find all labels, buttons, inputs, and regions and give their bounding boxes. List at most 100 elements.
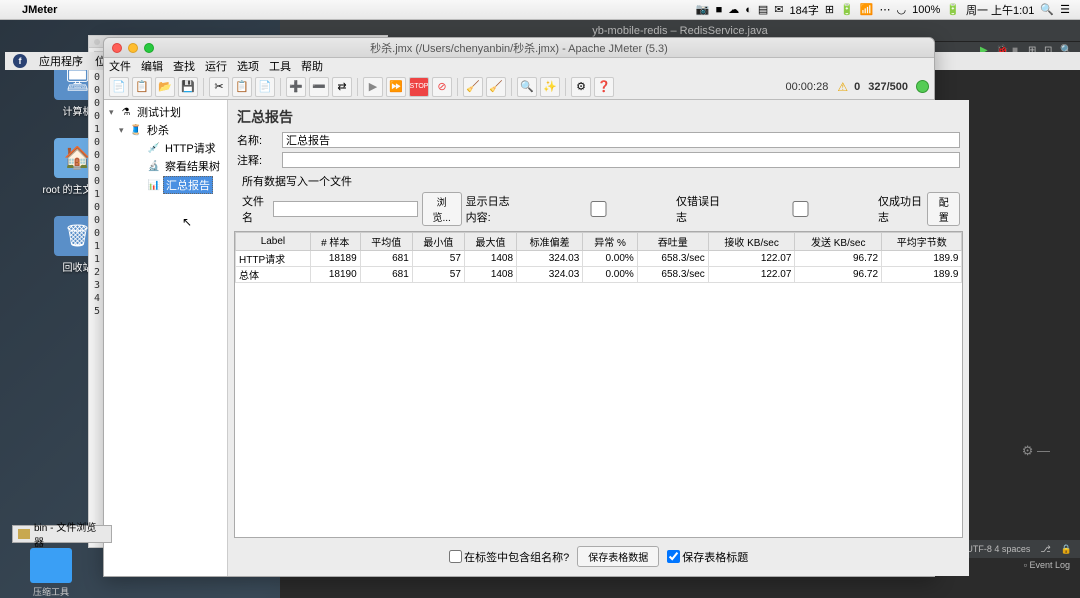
git-icon[interactable]: ⎇ [1040, 544, 1050, 555]
status-icon[interactable]: 📷 [696, 3, 710, 16]
status-icon[interactable]: ☁ [728, 3, 739, 16]
clear-all-button[interactable]: 🧹 [486, 77, 506, 97]
table-header[interactable]: 最小值 [412, 233, 464, 251]
start-no-timer-button[interactable]: ⏩ [386, 77, 406, 97]
menu-option[interactable]: 选项 [237, 58, 259, 74]
menu-edit[interactable]: 编辑 [141, 58, 163, 74]
collapse-icon[interactable]: ▾ [109, 107, 119, 118]
battery-percent[interactable]: 100% [912, 4, 940, 16]
menu-find[interactable]: 查找 [173, 58, 195, 74]
comment-input[interactable] [282, 152, 960, 168]
status-icon[interactable]: ⋯ [880, 3, 891, 16]
name-input[interactable] [282, 132, 960, 148]
status-icon[interactable]: 🔋 [840, 3, 854, 16]
wifi-icon[interactable]: ◡ [897, 3, 907, 16]
table-cell: 57 [412, 251, 464, 267]
table-row[interactable]: HTTP请求18189681571408324.030.00%658.3/sec… [236, 251, 962, 267]
separator [357, 78, 358, 96]
menu-help[interactable]: 帮助 [301, 58, 323, 74]
collapse-icon[interactable]: ▾ [119, 125, 129, 136]
only-success-checkbox[interactable] [725, 201, 876, 217]
separator [511, 78, 512, 96]
expand-button[interactable]: ➕ [286, 77, 306, 97]
dock-compress-tool[interactable]: 压缩工具 [30, 548, 72, 598]
ime-status[interactable]: 184字 [790, 2, 819, 18]
table-header[interactable]: 最大值 [464, 233, 516, 251]
toggle-button[interactable]: ⇄ [332, 77, 352, 97]
cloud-icon[interactable]: ◐ [745, 4, 752, 16]
tree-summary-report[interactable]: 📊 汇总报告 [107, 175, 224, 195]
table-header[interactable]: 接收 KB/sec [708, 233, 795, 251]
save-header-checkbox[interactable] [667, 550, 680, 563]
clear-button[interactable]: 🧹 [463, 77, 483, 97]
jmeter-body: ▾ ⚗ 测试计划 ▾ 🧵 秒杀 💉 HTTP请求 🔬 察看结果树 📊 汇总报告 [104, 100, 934, 576]
tree-thread-group[interactable]: ▾ 🧵 秒杀 [107, 121, 224, 139]
comment-row: 注释: [232, 150, 965, 170]
gear-icon[interactable]: ⚙ — [1022, 443, 1050, 459]
browse-button[interactable]: 浏览... [422, 192, 462, 226]
shutdown-button[interactable]: ⊘ [432, 77, 452, 97]
clock[interactable]: 周一 上午1:01 [966, 2, 1034, 18]
macos-menubar: JMeter 📷 ■ ☁ ◐ ▤ ✉ 184字 ⊞ 🔋 📶 ⋯ ◡ 100% 🔋… [0, 0, 1080, 20]
summary-table[interactable]: Label# 样本平均值最小值最大值标准偏差异常 %吞吐量接收 KB/sec发送… [234, 231, 963, 538]
menu-icon[interactable]: ☰ [1060, 3, 1070, 16]
table-header[interactable]: 发送 KB/sec [795, 233, 882, 251]
window-dot[interactable] [94, 39, 100, 45]
menu-tool[interactable]: 工具 [269, 58, 291, 74]
menu-file[interactable]: 文件 [109, 58, 131, 74]
status-icon[interactable]: ✉ [774, 3, 783, 16]
cursor-icon: ↖ [182, 215, 299, 229]
new-button[interactable]: 📄 [109, 77, 129, 97]
status-icon[interactable]: ▤ [758, 3, 768, 16]
table-header[interactable]: 平均字节数 [882, 233, 962, 251]
fedora-icon[interactable]: f [13, 54, 27, 68]
report-icon: 📊 [147, 178, 161, 192]
reset-search-button[interactable]: ✨ [540, 77, 560, 97]
test-plan-tree[interactable]: ▾ ⚗ 测试计划 ▾ 🧵 秒杀 💉 HTTP请求 🔬 察看结果树 📊 汇总报告 [104, 100, 228, 576]
status-icon[interactable]: 📶 [860, 3, 874, 16]
event-log-tab[interactable]: ▫ Event Log [1024, 560, 1070, 570]
only-errors-checkbox[interactable] [523, 201, 674, 217]
table-header[interactable]: 异常 % [583, 233, 638, 251]
table-header[interactable]: 吞吐量 [637, 233, 708, 251]
template-button[interactable]: 📋 [132, 77, 152, 97]
tree-view-results[interactable]: 🔬 察看结果树 [107, 157, 224, 175]
tree-test-plan[interactable]: ▾ ⚗ 测试计划 [107, 103, 224, 121]
status-icon[interactable]: ■ [716, 4, 723, 16]
cut-button[interactable]: ✂ [209, 77, 229, 97]
start-button[interactable]: ▶ [363, 77, 383, 97]
table-row[interactable]: 总体18190681571408324.030.00%658.3/sec122.… [236, 267, 962, 283]
open-button[interactable]: 📂 [155, 77, 175, 97]
table-header[interactable]: 平均值 [360, 233, 412, 251]
configure-button[interactable]: 配置 [927, 192, 960, 226]
help-button[interactable]: ❓ [594, 77, 614, 97]
paste-button[interactable]: 📄 [255, 77, 275, 97]
tree-http-request[interactable]: 💉 HTTP请求 [107, 139, 224, 157]
table-header[interactable]: # 样本 [310, 233, 360, 251]
search-button[interactable]: 🔍 [517, 77, 537, 97]
status-icon[interactable]: ⊞ [825, 3, 834, 16]
collapse-button[interactable]: ➖ [309, 77, 329, 97]
menu-apps[interactable]: 应用程序 [39, 53, 83, 69]
maximize-icon[interactable] [144, 43, 154, 53]
lock-icon[interactable]: 🔒 [1061, 544, 1072, 555]
table-header[interactable]: Label [236, 233, 311, 251]
battery-icon[interactable]: 🔋 [946, 3, 960, 16]
save-table-data-button[interactable]: 保存表格数据 [577, 546, 659, 567]
stop-button[interactable]: STOP [409, 77, 429, 97]
function-button[interactable]: ⚙ [571, 77, 591, 97]
warning-icon[interactable]: ⚠ [837, 80, 848, 94]
jmeter-titlebar[interactable]: 秒杀.jmx (/Users/chenyanbin/秒杀.jmx) - Apac… [104, 38, 934, 58]
file-row: 文件名 浏览... 显示日志内容: 仅错误日志 仅成功日志 配置 [232, 190, 965, 228]
menu-run[interactable]: 运行 [205, 58, 227, 74]
close-icon[interactable] [112, 43, 122, 53]
minimize-icon[interactable] [128, 43, 138, 53]
search-icon[interactable]: 🔍 [1040, 3, 1054, 16]
include-group-checkbox[interactable] [449, 550, 462, 563]
menubar-app-name[interactable]: JMeter [22, 4, 57, 16]
flask-icon: ⚗ [119, 105, 133, 119]
taskbar-file-browser[interactable]: bin - 文件浏览器 [12, 525, 112, 543]
save-button[interactable]: 💾 [178, 77, 198, 97]
table-header[interactable]: 标准偏差 [517, 233, 583, 251]
copy-button[interactable]: 📋 [232, 77, 252, 97]
